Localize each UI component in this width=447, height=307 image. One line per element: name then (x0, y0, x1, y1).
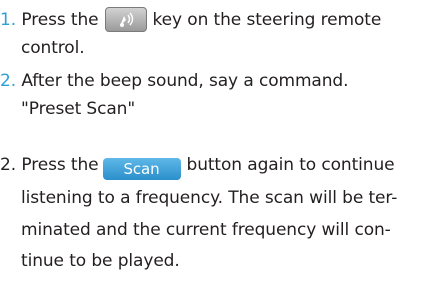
step-3-text-before: Press the (21, 155, 99, 175)
step-1-continuation: control. (21, 38, 85, 58)
step-1-number: 1. (0, 10, 17, 30)
step-2-command: "Preset Scan" (21, 99, 136, 119)
scan-button: Scan (102, 158, 181, 180)
step-3-number: 2. (0, 155, 17, 175)
step-1-text-before: Press the (21, 10, 99, 30)
voice-recognition-key (104, 7, 147, 32)
step-1-line-1: 1. Press the key on the steering remote (0, 7, 381, 32)
step-3-line-4: tinue to be played. (21, 251, 180, 271)
step-3-text-after: button again to continue (186, 155, 395, 175)
step-1-text-after: key on the steering remote (152, 10, 382, 30)
step-3-line-3: minated and the current frequency will c… (21, 220, 391, 240)
step-3-line-1: 2. Press the Scan button again to continue (0, 154, 395, 180)
step-2-text: After the beep sound, say a command. (21, 71, 349, 91)
voice-recognition-icon (119, 12, 133, 27)
step-2-number: 2. (0, 71, 17, 91)
step-2-line-1: 2. After the beep sound, say a command. (0, 70, 349, 92)
step-3-line-2: listening to a frequency. The scan will … (21, 188, 398, 208)
